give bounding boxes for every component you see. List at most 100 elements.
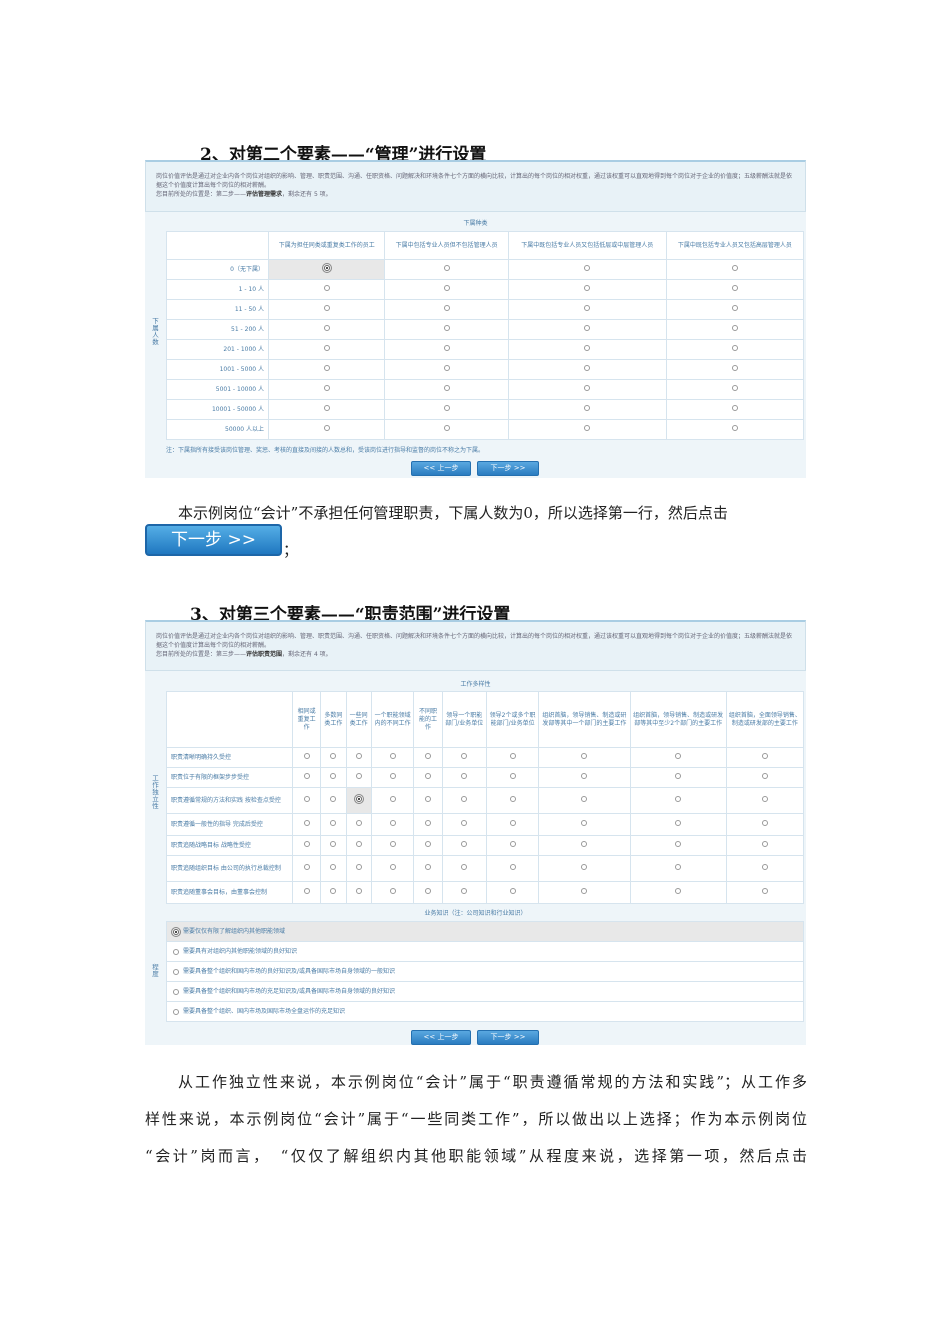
radio-cell[interactable] [291,835,322,856]
radio-cell[interactable] [413,767,443,788]
radio-button[interactable] [584,405,591,411]
radio-cell[interactable] [665,399,805,420]
radio-button[interactable] [675,773,682,779]
radio-cell[interactable] [267,299,386,320]
radio-button[interactable] [389,888,396,894]
radio-cell[interactable] [725,747,805,768]
radio-button[interactable] [675,753,682,759]
radio-cell[interactable] [486,747,540,768]
next-button[interactable]: 下一步 >> [477,461,539,476]
radio-button[interactable] [353,794,364,804]
radio-cell[interactable] [291,747,322,768]
radio-button[interactable] [303,773,310,779]
radio-cell[interactable] [320,747,347,768]
prev-button[interactable]: << 上一步 [411,1030,471,1045]
radio-cell[interactable] [665,259,805,280]
radio-button[interactable] [761,773,768,779]
radio-cell[interactable] [345,767,372,788]
radio-button[interactable] [461,888,468,894]
radio-button[interactable] [584,425,591,431]
radio-cell[interactable] [507,279,667,300]
radio-button[interactable] [461,796,468,802]
radio-button[interactable] [461,841,468,847]
radio-cell[interactable] [320,835,347,856]
radio-cell[interactable] [384,299,509,320]
radio-button[interactable] [731,345,738,351]
radio-button[interactable] [731,265,738,271]
radio-cell[interactable] [370,881,415,904]
radio-cell[interactable] [413,813,443,836]
radio-cell[interactable] [441,767,488,788]
radio-cell[interactable] [384,419,509,440]
radio-button[interactable] [443,385,450,391]
radio-button[interactable] [675,820,682,826]
radio-cell[interactable] [665,379,805,400]
radio-button[interactable] [424,773,431,779]
radio-cell[interactable] [345,813,372,836]
radio-cell[interactable] [665,319,805,340]
radio-button[interactable] [303,864,310,870]
radio-button[interactable] [389,820,396,826]
radio-cell[interactable] [267,279,386,300]
radio-button[interactable] [761,753,768,759]
radio-cell[interactable] [441,787,488,814]
radio-button[interactable] [581,864,588,870]
radio-cell[interactable] [725,767,805,788]
radio-cell[interactable] [538,835,631,856]
radio-cell[interactable] [370,855,415,882]
radio-button[interactable] [761,864,768,870]
radio-button[interactable] [323,285,330,291]
radio-button[interactable] [461,820,468,826]
radio-button[interactable] [173,948,179,955]
knowledge-option[interactable]: 需要仅仅有限了解组织内其他职能领域 [167,922,803,942]
radio-button[interactable] [355,888,362,894]
radio-cell[interactable] [486,813,540,836]
radio-cell[interactable] [538,747,631,768]
radio-button[interactable] [323,385,330,391]
radio-cell[interactable] [345,747,372,768]
radio-button[interactable] [389,864,396,870]
radio-cell[interactable] [320,813,347,836]
radio-cell[interactable] [345,835,372,856]
knowledge-option[interactable]: 需要具备整个组织和国内市场的良好知识及/或具备国际市场自身领域的一般知识 [167,962,803,982]
radio-button[interactable] [509,820,516,826]
radio-cell[interactable] [345,881,372,904]
radio-cell[interactable] [629,881,727,904]
radio-cell[interactable] [370,787,415,814]
radio-button[interactable] [731,425,738,431]
knowledge-option[interactable]: 需要具备整个组织和国内市场的充足知识及/或具备国际市场自身领域的良好知识 [167,982,803,1002]
radio-button[interactable] [731,285,738,291]
radio-cell[interactable] [538,787,631,814]
radio-button[interactable] [443,305,450,311]
radio-cell[interactable] [725,855,805,882]
radio-cell[interactable] [665,279,805,300]
radio-cell[interactable] [384,379,509,400]
radio-cell[interactable] [345,787,372,814]
radio-button[interactable] [761,796,768,802]
radio-button[interactable] [303,796,310,802]
radio-cell[interactable] [267,379,386,400]
radio-button[interactable] [323,405,330,411]
radio-button[interactable] [509,796,516,802]
radio-button[interactable] [581,753,588,759]
radio-button[interactable] [330,773,337,779]
radio-cell[interactable] [291,813,322,836]
radio-cell[interactable] [345,855,372,882]
radio-cell[interactable] [629,787,727,814]
radio-button[interactable] [303,753,310,759]
radio-button[interactable] [761,888,768,894]
radio-button[interactable] [443,345,450,351]
radio-button[interactable] [584,385,591,391]
radio-button[interactable] [303,820,310,826]
radio-button[interactable] [303,888,310,894]
radio-cell[interactable] [629,835,727,856]
radio-cell[interactable] [384,359,509,380]
radio-button[interactable] [303,841,310,847]
radio-button[interactable] [675,864,682,870]
knowledge-option[interactable]: 需要具备整个组织、国内市场及国际市场全盘运作的充足知识 [167,1002,803,1022]
radio-cell[interactable] [267,319,386,340]
radio-button[interactable] [443,405,450,411]
radio-cell[interactable] [320,767,347,788]
radio-cell[interactable] [629,813,727,836]
radio-cell[interactable] [291,767,322,788]
